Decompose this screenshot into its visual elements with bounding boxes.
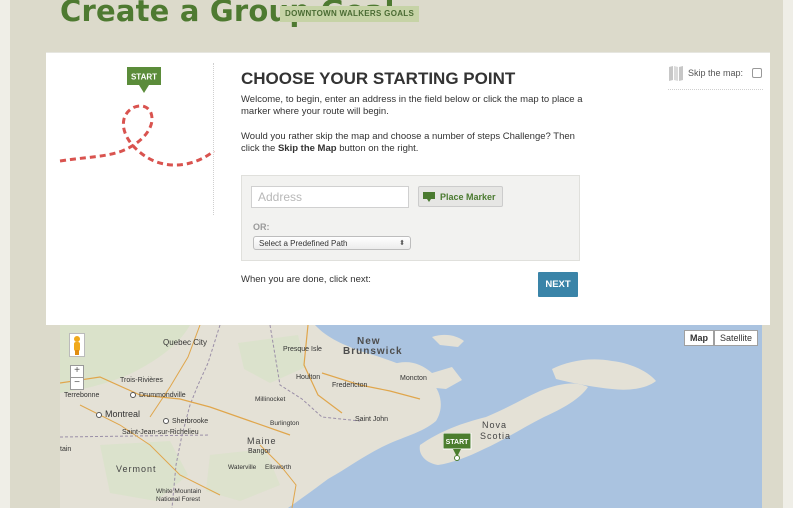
- map-label-tain: tain: [60, 446, 72, 453]
- map-label-white-mountain-1: White Mountain: [156, 488, 202, 495]
- map-label-bangor: Bangor: [248, 448, 271, 455]
- map-label-sherbrooke-text: Sherbrooke: [172, 418, 209, 425]
- map-label-maine: Maine: [247, 436, 277, 446]
- map-type-map-button[interactable]: Map: [683, 330, 714, 346]
- skip-emphasis-text: Skip the Map: [277, 143, 337, 154]
- start-marker-label: START: [446, 439, 470, 446]
- map-label-moncton: Moncton: [400, 375, 427, 382]
- map-label-drummondville: Drummondville: [130, 392, 186, 399]
- map-label-vermont: Vermont: [116, 464, 157, 474]
- map-label-sherbrooke: Sherbrooke: [163, 418, 208, 425]
- map-type-satellite-button[interactable]: Satellite: [713, 330, 758, 346]
- map-label-white-mountain-2: National Forest: [156, 496, 201, 503]
- section-heading: CHOOSE YOUR STARTING POINT: [241, 69, 516, 88]
- place-marker-label: Place Marker: [440, 191, 496, 202]
- city-dot-icon: [163, 418, 169, 425]
- map-label-terrebonne: Terrebonne: [64, 392, 100, 399]
- map-type-toggle: Map Satellite: [683, 330, 758, 346]
- map-label-saint-jean: Saint-Jean-sur-Richelieu: [122, 429, 199, 436]
- map-label-saint-john: Saint John: [355, 416, 389, 423]
- intro-text: Welcome, to begin, enter an address in t…: [241, 94, 583, 117]
- map-label-montreal: Montreal: [96, 409, 140, 419]
- map-label-nova-scotia-2: Scotia: [480, 431, 512, 441]
- skip-map-control: Skip the map:: [668, 65, 763, 90]
- map-label-trois-rivieres: Trois-Rivières: [120, 377, 163, 384]
- marker-flag-icon: [423, 191, 435, 202]
- start-flag-label: START: [131, 73, 157, 82]
- place-marker-button[interactable]: Place Marker: [418, 186, 503, 207]
- city-dot-icon: [130, 392, 136, 399]
- skip-instructions: Would you rather skip the map and choose…: [241, 131, 586, 155]
- map-label-houlton: Houlton: [296, 374, 321, 381]
- map-label-montreal-text: Montreal: [105, 409, 141, 419]
- map-label-quebec-city: Quebec City: [163, 338, 208, 347]
- map-label-drummondville-text: Drummondville: [139, 392, 186, 399]
- address-form: Place Marker OR: Select a Predefined Pat…: [241, 175, 580, 261]
- select-arrows-icon: ⬍: [399, 240, 405, 247]
- map-label-presque-isle: Presque Isle: [283, 346, 322, 353]
- address-input[interactable]: [251, 186, 409, 208]
- group-badge: DOWNTOWN WALKERS GOALS: [280, 6, 420, 22]
- start-marker[interactable]: START: [442, 432, 473, 466]
- map-label-waterville: Waterville: [228, 464, 257, 471]
- route-map[interactable]: + − Map Satellite Quebec City Presque Is…: [60, 325, 762, 508]
- page-edge-left: [0, 0, 10, 508]
- map-label-new-brunswick-2: Brunswick: [343, 346, 403, 357]
- done-instructions: When you are done, click next:: [241, 274, 371, 285]
- map-label-fredericton: Fredericton: [332, 382, 368, 389]
- map-label-millinocket: Millinocket: [255, 396, 286, 403]
- zoom-out-button[interactable]: −: [70, 377, 84, 390]
- skip-map-label: Skip the map:: [688, 68, 744, 78]
- map-terrain: [60, 325, 656, 508]
- map-icon: [669, 66, 683, 81]
- start-flag: START: [127, 67, 161, 100]
- map-label-nova-scotia-1: Nova: [482, 420, 508, 430]
- next-button[interactable]: NEXT: [538, 272, 578, 297]
- or-label: OR:: [253, 222, 270, 232]
- skip-suffix-text: button on the right.: [336, 143, 419, 154]
- illustration-divider: [213, 63, 214, 215]
- predefined-path-value: Select a Predefined Path: [259, 239, 348, 248]
- map-label-burlington: Burlington: [270, 420, 300, 427]
- page-edge-right: [783, 0, 793, 508]
- pegman-icon[interactable]: [69, 333, 85, 357]
- predefined-path-select[interactable]: Select a Predefined Path ⬍: [253, 236, 411, 250]
- skip-map-checkbox[interactable]: [752, 68, 762, 78]
- starting-point-panel: START CHOOSE YOUR STARTING POINT Welcome…: [46, 52, 770, 325]
- city-dot-icon: [96, 411, 102, 418]
- map-label-ellsworth: Ellsworth: [265, 464, 292, 471]
